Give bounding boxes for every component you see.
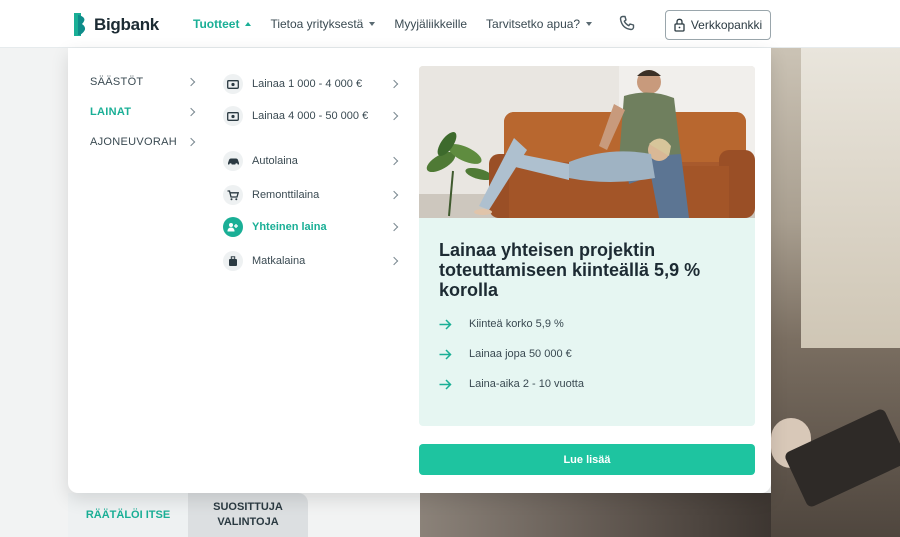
category-label: AJONEUVORAH — [90, 136, 178, 148]
lock-icon — [674, 18, 685, 32]
promo-bullet-text: Kiinteä korko 5,9 % — [469, 318, 564, 330]
caret-down-icon — [369, 22, 376, 26]
category-label: LAINAT — [90, 106, 132, 118]
chevron-right-icon — [389, 156, 399, 166]
product-label: Autolaina — [252, 155, 298, 167]
logo-text: Bigbank — [94, 14, 159, 34]
nav-products[interactable]: Tuotteet — [193, 17, 252, 31]
chevron-right-icon — [389, 222, 399, 232]
bigbank-logo-icon — [74, 13, 86, 36]
category-label: SÄÄSTÖT — [90, 76, 144, 88]
chevron-right-icon — [389, 111, 399, 121]
product-label: Lainaa 4 000 - 50 000 € — [252, 110, 369, 122]
online-bank-label: Verkkopankki — [690, 18, 763, 32]
nav-retailers[interactable]: Myyjäliikkeille — [394, 17, 467, 31]
tab-popular[interactable]: SUOSITTUJA VALINTOJA — [188, 493, 308, 537]
couple-icon — [223, 217, 243, 237]
chevron-right-icon — [186, 107, 196, 117]
category-savings[interactable]: SÄÄSTÖT — [90, 72, 196, 92]
online-bank-button[interactable]: Verkkopankki — [665, 10, 771, 40]
bigbank-logo[interactable]: Bigbank — [72, 12, 159, 37]
product-label: Yhteinen laina — [252, 221, 327, 233]
nav-products-label: Tuotteet — [193, 17, 240, 31]
nav-retailers-label: Myyjäliikkeille — [394, 17, 468, 31]
promo-title: Lainaa yhteisen projektin toteuttamiseen… — [439, 240, 701, 300]
cart-icon — [223, 185, 243, 205]
promo-bullet-text: Lainaa jopa 50 000 € — [469, 348, 572, 360]
promo-bullet-text: Laina-aika 2 - 10 vuotta — [469, 378, 584, 390]
arrow-right-icon — [439, 378, 452, 390]
money-icon — [223, 74, 243, 94]
luggage-icon — [223, 251, 243, 271]
nav-about-label: Tietoa yrityksestä — [270, 17, 364, 31]
nav-help[interactable]: Tarvitsetko apua? — [486, 17, 593, 31]
chevron-right-icon — [186, 137, 196, 147]
product-renovation-loan[interactable]: Remonttilaina — [223, 185, 399, 205]
chevron-right-icon — [186, 77, 196, 87]
site-header: Bigbank Tuotteet Tietoa yrityksestä Myyj… — [0, 0, 900, 48]
money-icon — [223, 106, 243, 126]
background-photo — [771, 48, 900, 537]
promo-image — [419, 66, 755, 218]
promo-bullet: Lainaa jopa 50 000 € — [439, 348, 572, 360]
read-more-button[interactable]: Lue lisää — [419, 444, 755, 475]
products-dropdown: SÄÄSTÖT LAINAT AJONEUVORAH Lainaa 1 000 … — [68, 48, 771, 493]
product-loan-1000-4000[interactable]: Lainaa 1 000 - 4 000 € — [223, 74, 399, 94]
promo-bullet: Laina-aika 2 - 10 vuotta — [439, 378, 584, 390]
chevron-right-icon — [389, 190, 399, 200]
main-nav: Tuotteet Tietoa yrityksestä Myyjäliikkei… — [193, 17, 611, 31]
product-joint-loan[interactable]: Yhteinen laina — [223, 217, 399, 237]
product-label: Matkalaina — [252, 255, 306, 267]
product-travel-loan[interactable]: Matkalaina — [223, 251, 399, 271]
category-vehicle-finance[interactable]: AJONEUVORAH — [90, 132, 196, 152]
phone-icon[interactable] — [619, 15, 635, 31]
chevron-right-icon — [389, 79, 399, 89]
nav-help-label: Tarvitsetko apua? — [486, 17, 581, 31]
product-label: Lainaa 1 000 - 4 000 € — [252, 78, 363, 90]
category-loans[interactable]: LAINAT — [90, 102, 196, 122]
background-photo-lower — [420, 493, 771, 537]
product-loan-4000-50000[interactable]: Lainaa 4 000 - 50 000 € — [223, 106, 399, 126]
arrow-right-icon — [439, 348, 452, 360]
promo-card: Lainaa yhteisen projektin toteuttamiseen… — [419, 218, 755, 426]
promo-bullet: Kiinteä korko 5,9 % — [439, 318, 564, 330]
caret-down-icon — [586, 22, 593, 26]
nav-about[interactable]: Tietoa yrityksestä — [270, 17, 376, 31]
chevron-right-icon — [389, 256, 399, 266]
caret-up-icon — [245, 22, 252, 26]
product-label: Remonttilaina — [252, 189, 320, 201]
arrow-right-icon — [439, 318, 452, 330]
car-icon — [223, 151, 243, 171]
tab-popular-label: SUOSITTUJA VALINTOJA — [213, 501, 283, 528]
tab-customize[interactable]: RÄÄTÄLÖI ITSE — [68, 493, 188, 537]
product-car-loan[interactable]: Autolaina — [223, 151, 399, 171]
